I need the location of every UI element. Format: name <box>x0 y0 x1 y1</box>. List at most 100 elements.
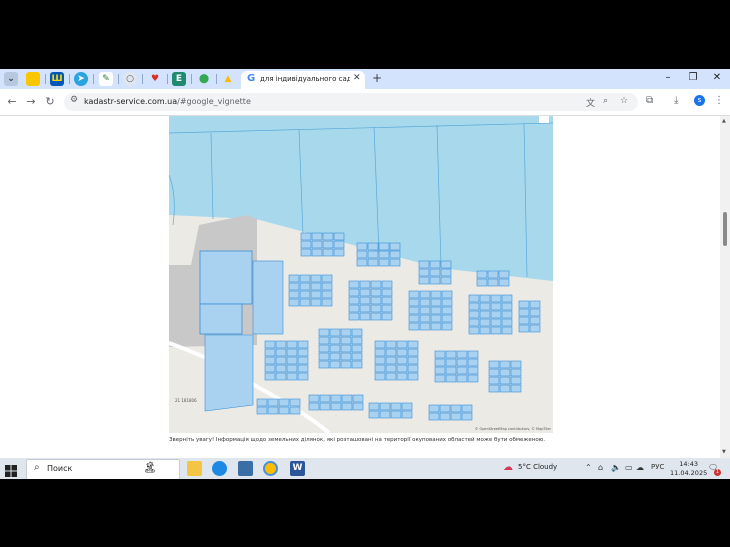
parcel[interactable] <box>321 298 333 307</box>
parcel[interactable] <box>351 352 363 361</box>
parcel[interactable] <box>467 374 479 383</box>
parcel[interactable] <box>479 326 491 335</box>
parcel[interactable] <box>434 374 446 383</box>
parcel[interactable] <box>318 360 330 369</box>
parcel[interactable] <box>264 364 276 373</box>
parcel[interactable] <box>430 314 442 323</box>
parcel[interactable] <box>488 360 500 369</box>
parcel[interactable] <box>501 318 513 327</box>
parcel[interactable] <box>348 280 360 289</box>
parcel[interactable] <box>264 348 276 357</box>
parcel[interactable] <box>479 310 491 319</box>
parcel[interactable] <box>468 302 480 311</box>
parcel[interactable] <box>518 308 530 317</box>
parcel[interactable] <box>468 318 480 327</box>
parcel[interactable] <box>286 348 298 357</box>
downloads-icon[interactable]: ⤓ <box>674 95 678 106</box>
parcel[interactable] <box>267 398 279 407</box>
parcel[interactable] <box>310 282 322 291</box>
parcel[interactable] <box>308 394 320 403</box>
parcel[interactable] <box>300 240 312 249</box>
store-icon[interactable] <box>238 461 253 476</box>
parcel[interactable] <box>430 290 442 299</box>
parcel[interactable] <box>351 344 363 353</box>
parcel[interactable] <box>418 268 430 277</box>
parcel[interactable] <box>378 258 390 267</box>
parcel[interactable] <box>456 366 468 375</box>
parcel[interactable] <box>367 242 379 251</box>
parcel[interactable] <box>429 268 441 277</box>
parcel[interactable] <box>297 356 309 365</box>
parcel[interactable] <box>252 260 284 335</box>
parcel[interactable] <box>348 304 360 313</box>
parcel[interactable] <box>385 356 397 365</box>
parcel[interactable] <box>490 318 502 327</box>
parcel[interactable] <box>286 340 298 349</box>
parcel[interactable] <box>374 364 386 373</box>
parcel[interactable] <box>385 364 397 373</box>
parcel[interactable] <box>510 384 522 393</box>
parcel[interactable] <box>289 406 301 415</box>
parcel[interactable] <box>288 298 300 307</box>
parcel[interactable] <box>311 232 323 241</box>
parcel[interactable] <box>510 368 522 377</box>
parcel[interactable] <box>434 358 446 367</box>
parcel[interactable] <box>518 316 530 325</box>
tab-favicon-heart-icon[interactable]: ♥ <box>148 72 162 86</box>
parcel[interactable] <box>385 348 397 357</box>
browser-menu-icon[interactable]: ⋮ <box>714 95 724 106</box>
parcel[interactable] <box>311 240 323 249</box>
parcel[interactable] <box>297 348 309 357</box>
parcel[interactable] <box>468 310 480 319</box>
parcel[interactable] <box>461 404 473 413</box>
parcel[interactable] <box>439 404 451 413</box>
parcel[interactable] <box>321 290 333 299</box>
maximize-button[interactable]: ❐ <box>686 72 700 83</box>
parcel[interactable] <box>476 270 488 279</box>
scroll-thumb[interactable] <box>723 212 727 246</box>
parcel[interactable] <box>439 412 451 421</box>
cadastral-map[interactable]: 21 181806 © OpenStreetMap contributors, … <box>169 116 553 433</box>
parcel[interactable] <box>389 250 401 259</box>
parcel[interactable] <box>289 398 301 407</box>
parcel[interactable] <box>440 260 452 269</box>
parcel[interactable] <box>341 402 353 411</box>
reload-button[interactable]: ↻ <box>43 95 57 108</box>
parcel[interactable] <box>204 334 254 412</box>
parcel[interactable] <box>288 282 300 291</box>
parcel[interactable] <box>419 298 431 307</box>
parcel[interactable] <box>299 298 311 307</box>
parcel[interactable] <box>286 356 298 365</box>
parcel[interactable] <box>340 352 352 361</box>
parcel[interactable] <box>356 258 368 267</box>
parcel[interactable] <box>318 336 330 345</box>
word-icon[interactable]: W <box>290 461 305 476</box>
parcel[interactable] <box>430 322 442 331</box>
tab-favicon-lightbulb-icon[interactable] <box>26 72 40 86</box>
parcel[interactable] <box>428 404 440 413</box>
parcel[interactable] <box>340 344 352 353</box>
parcel[interactable] <box>319 402 331 411</box>
battery-icon[interactable]: ▭ <box>625 463 633 472</box>
network-icon[interactable]: ⌂ <box>598 463 603 472</box>
parcel[interactable] <box>479 294 491 303</box>
chrome-icon[interactable] <box>263 461 278 476</box>
parcel[interactable] <box>340 360 352 369</box>
parcel[interactable] <box>348 288 360 297</box>
tab-active[interactable]: G для індивідуального садівниц ✕ <box>241 71 365 89</box>
parcel[interactable] <box>440 268 452 277</box>
parcel[interactable] <box>379 402 391 411</box>
parcel[interactable] <box>510 376 522 385</box>
parcel[interactable] <box>418 260 430 269</box>
parcel[interactable] <box>529 324 541 333</box>
parcel[interactable] <box>490 302 502 311</box>
parcel[interactable] <box>367 250 379 259</box>
parcel[interactable] <box>487 270 499 279</box>
map-canvas[interactable]: 21 181806 © OpenStreetMap contributors, … <box>169 116 553 433</box>
parcel[interactable] <box>378 250 390 259</box>
parcel[interactable] <box>445 374 457 383</box>
parcel[interactable] <box>501 326 513 335</box>
parcel[interactable] <box>319 394 331 403</box>
parcel[interactable] <box>407 364 419 373</box>
parcel[interactable] <box>297 372 309 381</box>
